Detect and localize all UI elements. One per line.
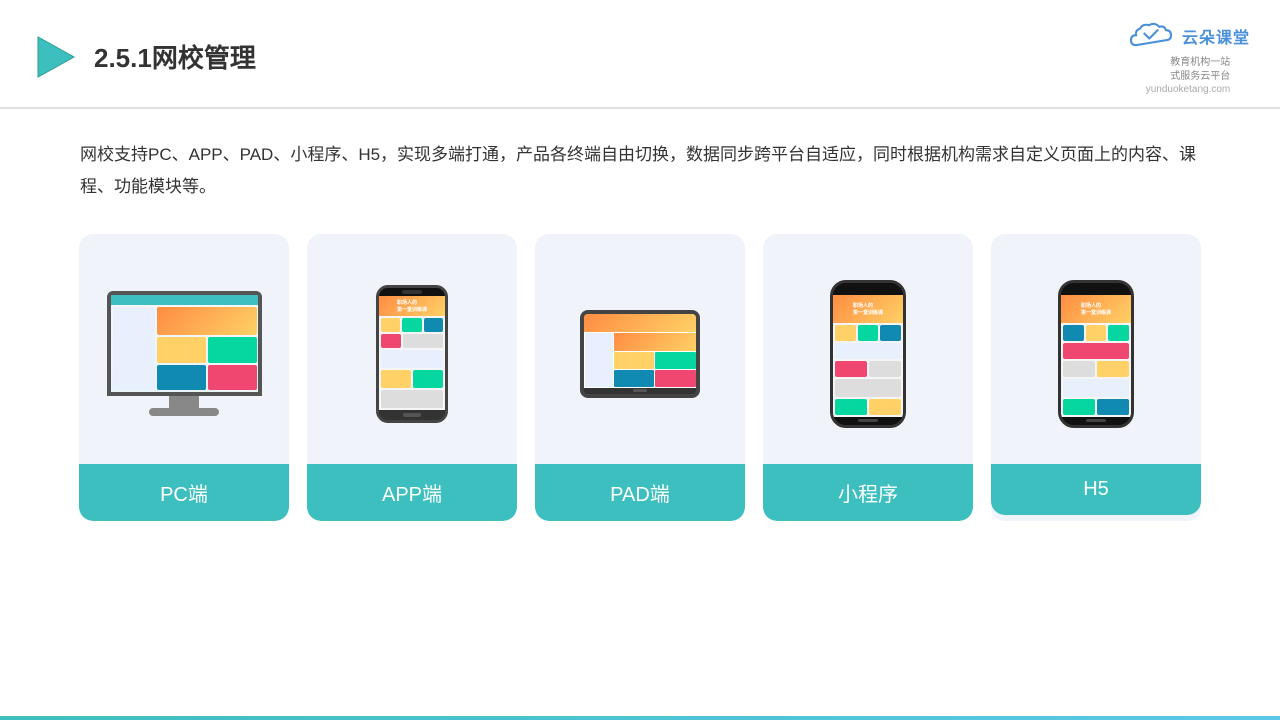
header-left: 2.5.1网校管理: [30, 33, 256, 81]
pad-device: [580, 310, 700, 398]
logo-tagline: 教育机构一站 式服务云平台: [1170, 56, 1230, 84]
logo-cloud: 云朵课堂: [1126, 18, 1250, 54]
miniapp-image-area: 职场人的第一堂训练课: [763, 234, 973, 464]
miniapp-label: 小程序: [763, 464, 973, 521]
phone-modern-h5: 职场人的第一堂训练课: [1058, 280, 1134, 428]
pc-monitor: [107, 291, 262, 416]
description-text: 网校支持PC、APP、PAD、小程序、H5，实现多端打通，产品各终端自由切换，数…: [0, 109, 1280, 214]
h5-label: H5: [991, 464, 1201, 515]
app-label: APP端: [307, 464, 517, 521]
card-pad: PAD端: [535, 234, 745, 521]
footer-line: [0, 716, 1280, 720]
pc-image-area: [79, 234, 289, 464]
pc-label: PC端: [79, 464, 289, 521]
pad-image-area: [535, 234, 745, 464]
phone-body: 职场人的第一堂训练课: [376, 285, 448, 423]
logo-url: yunduoketang.com: [1146, 84, 1231, 95]
app-phone: 职场人的第一堂训练课: [376, 285, 448, 423]
h5-phone: 职场人的第一堂训练课: [1058, 280, 1134, 428]
header: 2.5.1网校管理 云朵课堂 教育机构一站 式服务云平台 yunduoketan…: [0, 0, 1280, 109]
app-image-area: 职场人的第一堂训练课: [307, 234, 517, 464]
logo-area: 云朵课堂 教育机构一站 式服务云平台 yunduoketang.com: [1126, 18, 1250, 95]
logo-text: 云朵课堂: [1182, 24, 1250, 48]
miniapp-phone: 职场人的第一堂训练课: [830, 280, 906, 428]
card-app: 职场人的第一堂训练课: [307, 234, 517, 521]
pad-label: PAD端: [535, 464, 745, 521]
page-title: 2.5.1网校管理: [94, 38, 256, 75]
card-h5: 职场人的第一堂训练课: [991, 234, 1201, 521]
play-icon: [30, 33, 78, 81]
h5-image-area: 职场人的第一堂训练课: [991, 234, 1201, 464]
cloud-icon: [1126, 18, 1176, 54]
pad-body: [580, 310, 700, 398]
monitor-screen: [107, 291, 262, 396]
cards-section: PC端 职场人的第一堂训练课: [0, 214, 1280, 541]
card-miniapp: 职场人的第一堂训练课: [763, 234, 973, 521]
card-pc: PC端: [79, 234, 289, 521]
phone-modern-miniapp: 职场人的第一堂训练课: [830, 280, 906, 428]
